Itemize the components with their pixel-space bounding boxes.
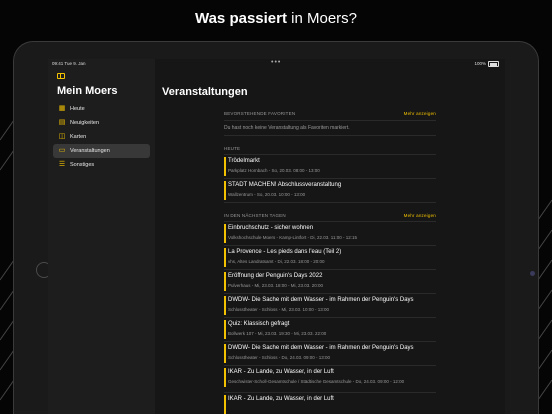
event-title: DWDW- Die Sache mit dem Wasser - im Rahm… [228,297,414,303]
event-row[interactable]: Quiz: Klassisch gefragt Bollwerk 107 - M… [224,319,436,340]
sidebar-item-label: Veranstaltungen [70,148,110,154]
divider [224,202,436,203]
sidebar-item-label: Heute [70,106,85,112]
event-row[interactable]: DWDW- Die Sache mit dem Wasser - im Rahm… [224,295,436,316]
event-row[interactable]: Einbruchschutz - sicher wohnen Volkshoch… [224,223,436,244]
main-content: Veranstaltungen BEVORSTEHENDE FAVORITEN … [155,59,505,414]
event-accent-bar [224,181,226,200]
event-meta: Volkshochschule Moers - Kamp-Lintfort - … [228,235,357,240]
event-row[interactable]: IKAR - Zu Lande, zu Wasser, in der Luft [224,394,436,414]
section-header-favorites: BEVORSTEHENDE FAVORITEN Mehr anzeigen [224,111,436,116]
event-row[interactable]: DWDW- Die Sache mit dem Wasser - im Rahm… [224,343,436,364]
calendar-icon: ▭ [58,147,66,154]
decorative-stripes-left [0,119,14,401]
event-title: Eröffnung der Penguin's Days 2022 [228,273,323,279]
page-title: Veranstaltungen [162,86,248,98]
event-title: IKAR - Zu Lande, zu Wasser, in der Luft [228,396,334,402]
sidebar-toggle-icon[interactable] [57,73,65,79]
list-icon: ☰ [58,161,66,168]
sidebar-item-karten[interactable]: ◫ Karten [53,130,150,144]
divider [224,178,436,179]
app-screen: Mein Moers ▦ Heute ▤ Neuigkeiten ◫ Karte… [48,59,505,414]
event-accent-bar [224,248,226,267]
event-accent-bar [224,395,226,414]
event-row[interactable]: Eröffnung der Penguin's Days 2022 Pulver… [224,271,436,292]
event-accent-bar [224,272,226,291]
event-accent-bar [224,368,226,387]
favorites-more-link[interactable]: Mehr anzeigen [404,111,436,116]
grid-icon: ▦ [58,105,66,112]
event-meta: Schlosstheater - Schloss - Mi, 23.03. 10… [228,307,330,312]
divider [224,341,436,342]
sidebar-item-neuigkeiten[interactable]: ▤ Neuigkeiten [53,116,150,130]
sidebar-item-veranstaltungen[interactable]: ▭ Veranstaltungen [53,144,150,158]
divider [224,120,436,121]
event-title: STADT MACHEN! Abschlussveranstaltung [228,182,342,188]
headline: Was passiert in Moers? [0,10,552,27]
sidebar-item-label: Neuigkeiten [70,120,100,126]
divider [224,317,436,318]
event-meta: Bollwerk 107 - Mi, 23.03. 19:30 - Mi, 23… [228,331,327,336]
divider [224,221,436,222]
event-accent-bar [224,157,226,176]
event-meta: Geschwister-Scholl-Gesamtschule / Städti… [228,379,405,384]
event-meta: Parkplatz Hornbach - So, 20.03. 08:00 - … [228,168,320,173]
event-title: La Provence - Les pieds dans l'eau (Teil… [228,249,342,255]
event-accent-bar [224,344,226,363]
event-title: Trödelmarkt [228,158,260,164]
divider [224,392,436,393]
event-meta: Wallzentrum - So, 20.03. 10:00 - 13:00 [228,192,306,197]
event-meta: vhs, Altes Landratsamt - Di, 22.03. 18:0… [228,259,325,264]
divider [224,245,436,246]
event-row[interactable]: IKAR - Zu Lande, zu Wasser, in der Luft … [224,367,436,388]
upcoming-more-link[interactable]: Mehr anzeigen [404,213,436,218]
event-title: DWDW- Die Sache mit dem Wasser - im Rahm… [228,345,414,351]
section-title: BEVORSTEHENDE FAVORITEN [224,111,296,116]
sidebar-item-heute[interactable]: ▦ Heute [53,102,150,116]
news-icon: ▤ [58,119,66,126]
section-header-today: HEUTE [224,146,436,151]
sidebar-item-label: Karten [70,134,87,140]
divider [224,365,436,366]
event-accent-bar [224,224,226,243]
camera-icon [530,271,535,276]
headline-bold: Was passiert [194,10,287,27]
sidebar-item-label: Sonstiges [70,162,95,168]
event-row[interactable]: Trödelmarkt Parkplatz Hornbach - So, 20.… [224,156,436,177]
status-time: 09:41 Tue 9. Jan [52,61,86,66]
decorative-stripes-right [538,199,552,401]
sidebar-title: Mein Moers [57,85,118,97]
event-meta: Schlosstheater - Schloss - Do, 24.03. 09… [228,355,331,360]
section-header-upcoming: IN DEN NÄCHSTEN TAGEN Mehr anzeigen [224,213,436,218]
map-icon: ◫ [58,133,66,140]
event-row[interactable]: STADT MACHEN! Abschlussveranstaltung Wal… [224,180,436,201]
event-accent-bar [224,320,226,339]
event-title: Einbruchschutz - sicher wohnen [228,225,314,231]
event-accent-bar [224,296,226,315]
event-title: Quiz: Klassisch gefragt [228,321,290,327]
event-meta: Pulverhaus - Mi, 23.03. 18:00 - Mi, 23.0… [228,283,324,288]
section-title: HEUTE [224,146,241,151]
favorites-empty-text: Du hast noch keine Veranstaltung als Fav… [224,125,350,131]
headline-rest: in Moers? [286,10,358,27]
divider [224,269,436,270]
divider [224,154,436,155]
section-title: IN DEN NÄCHSTEN TAGEN [224,213,286,218]
divider [224,135,436,136]
sidebar-item-sonstiges[interactable]: ☰ Sonstiges [53,158,150,172]
sidebar: Mein Moers ▦ Heute ▤ Neuigkeiten ◫ Karte… [48,59,155,414]
divider [224,293,436,294]
event-title: IKAR - Zu Lande, zu Wasser, in der Luft [228,369,334,375]
event-row[interactable]: La Provence - Les pieds dans l'eau (Teil… [224,247,436,268]
